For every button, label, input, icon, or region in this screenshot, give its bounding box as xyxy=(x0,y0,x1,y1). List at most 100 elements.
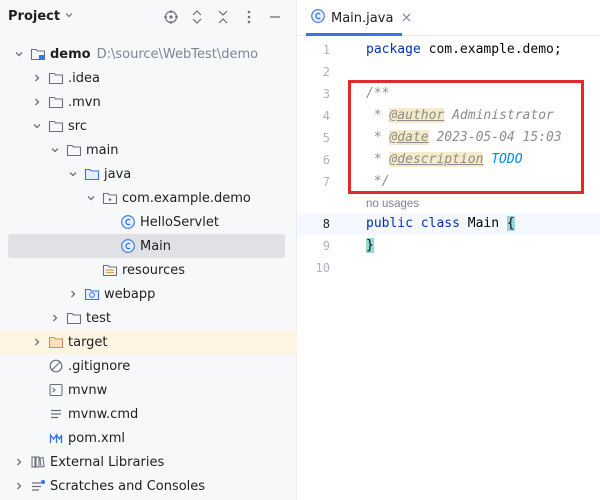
tree-item-label: src xyxy=(68,118,87,134)
tree-item-label: .idea xyxy=(68,70,100,86)
options-menu-icon[interactable] xyxy=(240,8,258,26)
tree-item-test[interactable]: test xyxy=(0,306,297,330)
line-number: 4 xyxy=(322,109,330,123)
module-folder-icon xyxy=(30,46,46,62)
tree-item-mvnw-cmd[interactable]: mvnw.cmd xyxy=(0,402,297,426)
editor-tab-bar: Main.java xyxy=(298,0,600,36)
java-class-icon xyxy=(120,238,136,254)
line-number: 7 xyxy=(322,175,330,189)
ignore-file-icon xyxy=(48,358,64,374)
chevron-right-icon[interactable] xyxy=(12,479,26,493)
chevron-right-icon[interactable] xyxy=(66,287,80,301)
tree-item-resources[interactable]: resources xyxy=(0,258,297,282)
folder-icon xyxy=(48,118,64,134)
code-text: com.example.demo; xyxy=(420,42,562,57)
line-number: 1 xyxy=(322,43,330,57)
tree-item-java[interactable]: java xyxy=(0,162,297,186)
java-class-icon xyxy=(120,214,136,230)
code-editor: Main.java 1 2 3 4 5 6 7 8 9 10 package c… xyxy=(298,0,600,500)
hide-panel-icon[interactable] xyxy=(266,8,284,26)
line-number: 6 xyxy=(322,153,330,167)
tree-item-main-folder[interactable]: main xyxy=(0,138,297,162)
matched-brace: } xyxy=(366,238,374,253)
project-title: Project xyxy=(8,9,61,24)
tree-item-target[interactable]: target xyxy=(0,330,297,354)
tree-item-label: .gitignore xyxy=(68,358,131,374)
project-panel-header: Project xyxy=(0,0,297,36)
excluded-folder-icon xyxy=(48,334,64,350)
highlight-annotation-box xyxy=(348,80,584,194)
no-arrow xyxy=(84,263,98,277)
chevron-right-icon[interactable] xyxy=(30,95,44,109)
select-opened-file-icon[interactable] xyxy=(162,8,180,26)
folder-icon xyxy=(48,94,64,110)
chevron-right-icon[interactable] xyxy=(30,71,44,85)
tree-item-idea[interactable]: .idea xyxy=(0,66,297,90)
tree-item-package[interactable]: com.example.demo xyxy=(0,186,297,210)
web-folder-icon xyxy=(84,286,100,302)
tree-item-external-libraries[interactable]: External Libraries xyxy=(0,450,297,474)
folder-icon xyxy=(66,310,82,326)
chevron-down-icon[interactable] xyxy=(66,167,80,181)
keyword: package xyxy=(366,42,421,57)
folder-icon xyxy=(48,70,64,86)
tree-item-scratches[interactable]: Scratches and Consoles xyxy=(0,474,297,498)
tree-item-label: pom.xml xyxy=(68,430,125,446)
folder-icon xyxy=(66,142,82,158)
code-line: package com.example.demo; xyxy=(366,39,562,61)
tree-item-label: java xyxy=(104,166,132,182)
tree-item-helloservlet[interactable]: HelloServlet xyxy=(0,210,297,234)
chevron-down-icon[interactable] xyxy=(12,47,26,61)
line-number: 9 xyxy=(322,239,330,253)
close-icon[interactable] xyxy=(402,11,411,25)
collapse-all-icon[interactable] xyxy=(214,8,232,26)
code-line: } xyxy=(366,235,374,257)
tree-item-label: mvnw.cmd xyxy=(68,406,139,422)
tree-item-pom[interactable]: pom.xml xyxy=(0,426,297,450)
project-path: D:\source\WebTest\demo xyxy=(96,46,259,62)
tree-item-label: test xyxy=(86,310,111,326)
scratches-icon xyxy=(30,478,46,494)
code-line: public class Main { xyxy=(366,213,515,235)
line-number: 3 xyxy=(322,87,330,101)
chevron-down-icon[interactable] xyxy=(48,143,62,157)
keyword: public xyxy=(366,216,413,231)
chevron-right-icon[interactable] xyxy=(30,335,44,349)
tree-item-gitignore[interactable]: .gitignore xyxy=(0,354,297,378)
package-icon xyxy=(102,190,118,206)
project-view-selector[interactable]: Project xyxy=(8,9,74,24)
tree-item-src[interactable]: src xyxy=(0,114,297,138)
chevron-right-icon[interactable] xyxy=(48,311,62,325)
keyword: class xyxy=(420,216,460,231)
resources-folder-icon xyxy=(102,262,118,278)
tab-main-java[interactable]: Main.java xyxy=(306,0,419,36)
usages-inlay-hint[interactable]: no usages xyxy=(366,194,419,214)
line-number: 5 xyxy=(322,131,330,145)
expand-all-icon[interactable] xyxy=(188,8,206,26)
source-folder-icon xyxy=(84,166,100,182)
tree-item-label: HelloServlet xyxy=(140,214,219,230)
chevron-down-icon[interactable] xyxy=(30,119,44,133)
tree-item-main-class[interactable]: Main xyxy=(8,234,285,258)
tree-item-demo[interactable]: demo D:\source\WebTest\demo xyxy=(0,42,297,66)
tree-item-label: .mvn xyxy=(68,94,101,110)
tree-item-label: Scratches and Consoles xyxy=(50,478,206,494)
java-class-icon xyxy=(310,8,326,28)
matched-brace: { xyxy=(506,216,515,231)
tree-item-label: resources xyxy=(122,262,186,278)
tree-item-label: External Libraries xyxy=(50,454,165,470)
shell-script-icon xyxy=(48,382,64,398)
library-icon xyxy=(30,454,46,470)
chevron-down-icon[interactable] xyxy=(84,191,98,205)
tree-item-mvnw[interactable]: mvnw xyxy=(0,378,297,402)
tree-item-label: com.example.demo xyxy=(122,190,251,206)
tree-item-webapp[interactable]: webapp xyxy=(0,282,297,306)
chevron-right-icon[interactable] xyxy=(12,455,26,469)
maven-icon xyxy=(48,430,64,446)
chevron-down-icon xyxy=(64,10,74,23)
tree-item-label: Main xyxy=(140,238,172,254)
tree-item-label: webapp xyxy=(104,286,156,302)
tree-item-label: mvnw xyxy=(68,382,108,398)
class-name: Main xyxy=(467,216,500,231)
tree-item-mvn[interactable]: .mvn xyxy=(0,90,297,114)
